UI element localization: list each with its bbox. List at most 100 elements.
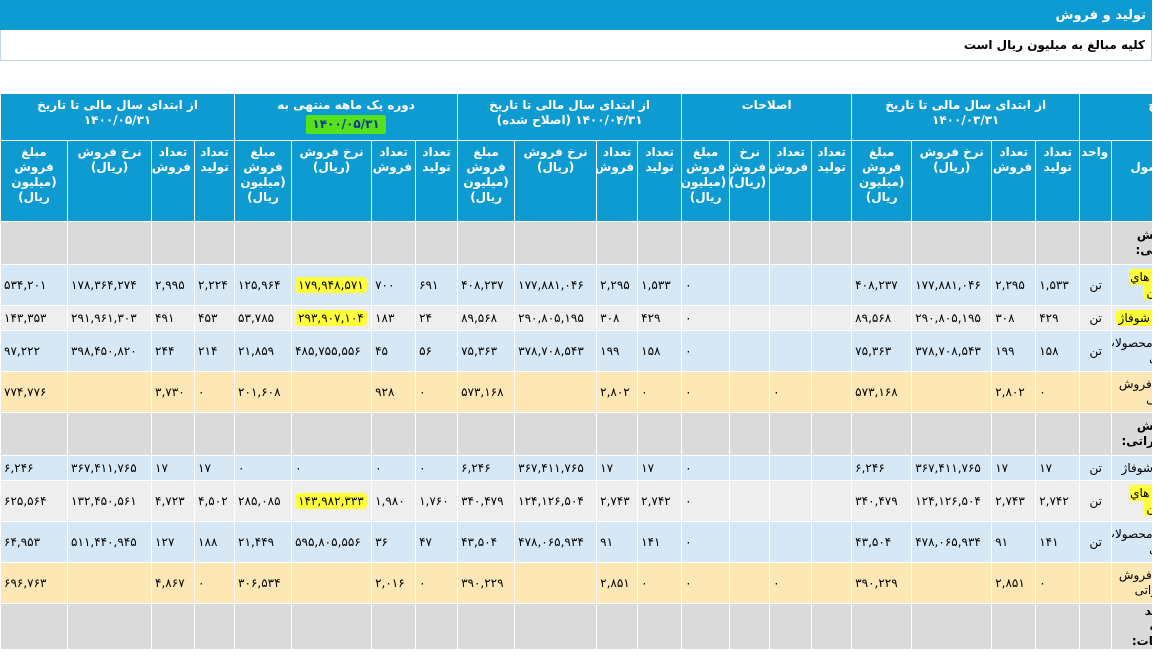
value-cell: ۰ xyxy=(637,371,683,413)
value-cell xyxy=(291,412,373,456)
value-cell: ۴۳,۵۰۴ xyxy=(851,521,913,563)
value-cell xyxy=(729,521,771,563)
value-cell xyxy=(596,221,639,265)
value-cell: ۱,۵۳۳ xyxy=(1035,264,1081,306)
value-cell: ۴,۷۲۳ xyxy=(151,480,196,522)
value-cell xyxy=(811,264,853,306)
value-cell: ۱۸۳ xyxy=(371,305,417,331)
value-cell: ۲۰۱,۶۰۸ xyxy=(234,371,293,413)
header-product-name: نام محصول xyxy=(1111,140,1152,222)
value-cell xyxy=(851,221,913,265)
total-row: جمع فروش صادراتی۰۲,۸۵۱۳۹۰,۲۲۹۰۰۰۲,۸۵۱۳۹۰… xyxy=(0,562,1152,604)
value-cell: ۵۷۳,۱۶۸ xyxy=(851,371,913,413)
value-cell: ۳۷۸,۷۰۸,۵۴۳ xyxy=(911,330,993,372)
value-cell: ۱۴۳,۹۸۲,۳۳۳ xyxy=(291,480,373,522)
sales-table-container[interactable]: شرح از ابتدای سال مالی تا تاریخ۱۴۰۰/۰۳/۳… xyxy=(0,93,1152,656)
value-cell xyxy=(67,603,153,650)
value-cell: ۱۷ xyxy=(637,455,683,481)
value-cell xyxy=(234,221,293,265)
value-cell: ۷۰۰ xyxy=(371,264,417,306)
value-cell xyxy=(811,412,853,456)
value-cell: ۲,۲۹۵ xyxy=(991,264,1037,306)
value-cell: ۱۲۷ xyxy=(151,521,196,563)
value-cell: ۵۹۵,۸۰۵,۵۵۶ xyxy=(291,521,373,563)
header-period-3: از ابتدای سال مالی تا تاریخ ۱۴۰۰/۰۵/۳۱ xyxy=(0,93,236,141)
value-cell xyxy=(769,480,813,522)
value-cell xyxy=(991,221,1037,265)
value-cell xyxy=(234,412,293,456)
header-description: شرح xyxy=(1079,93,1152,141)
value-cell xyxy=(729,412,771,456)
value-cell xyxy=(596,603,639,650)
value-cell: ۶,۲۴۶ xyxy=(457,455,516,481)
value-cell xyxy=(415,412,459,456)
value-cell xyxy=(769,521,813,563)
value-cell: ۲,۹۹۵ xyxy=(151,264,196,306)
value-cell xyxy=(811,330,853,372)
value-cell xyxy=(811,603,853,650)
value-cell: ۰ xyxy=(769,371,813,413)
value-cell: ۷۷۴,۷۷۶ xyxy=(0,371,69,413)
value-cell xyxy=(811,305,853,331)
header-prod-qty: تعداد تولید xyxy=(811,140,853,222)
value-cell: ۲,۸۵۱ xyxy=(596,562,639,604)
value-cell xyxy=(729,562,771,604)
value-cell: ۰ xyxy=(1035,562,1081,604)
value-cell: ۹۲۸ xyxy=(371,371,417,413)
unit-cell: تن xyxy=(1079,330,1113,372)
value-cell: ۰ xyxy=(637,562,683,604)
value-cell: ۱,۷۶۰ xyxy=(415,480,459,522)
value-cell: ۴۰۸,۲۳۷ xyxy=(851,264,913,306)
value-cell xyxy=(0,412,69,456)
value-cell: ۱۷۷,۸۸۱,۰۴۶ xyxy=(514,264,598,306)
value-cell xyxy=(811,371,853,413)
value-cell: ۲,۰۱۶ xyxy=(371,562,417,604)
value-cell: ۱۵۸ xyxy=(1035,330,1081,372)
value-cell: ۲,۸۰۲ xyxy=(991,371,1037,413)
value-cell: ۲,۷۴۲ xyxy=(1035,480,1081,522)
value-cell: ۰ xyxy=(681,264,731,306)
unit-cell: تن xyxy=(1079,521,1113,563)
value-cell: ۹۱ xyxy=(991,521,1037,563)
value-cell xyxy=(371,221,417,265)
value-cell xyxy=(729,330,771,372)
value-cell: ۴۷۸,۰۶۵,۹۳۴ xyxy=(911,521,993,563)
value-cell xyxy=(769,264,813,306)
value-cell xyxy=(729,305,771,331)
value-cell xyxy=(851,603,913,650)
value-cell: ۰ xyxy=(415,371,459,413)
header-prod-qty: تعداد تولید xyxy=(1035,140,1081,222)
value-cell: ۳۰۸ xyxy=(991,305,1037,331)
value-cell xyxy=(681,221,731,265)
value-cell: ۰ xyxy=(769,562,813,604)
header-sales-qty: تعداد فروش xyxy=(371,140,417,222)
value-cell xyxy=(291,603,373,650)
value-cell: ۹۷,۲۲۲ xyxy=(0,330,69,372)
total-row: جمع فروش داخلی۰۲,۸۰۲۵۷۳,۱۶۸۰۰۰۲,۸۰۲۵۷۳,۱… xyxy=(0,371,1152,413)
value-cell: ۲۹۱,۹۶۱,۳۰۳ xyxy=(67,305,153,331)
value-cell: ۰ xyxy=(1035,371,1081,413)
header-rate: نرخ فروش (ریال) xyxy=(67,140,153,222)
value-cell: ۳۶ xyxy=(371,521,417,563)
value-cell: ۰ xyxy=(681,305,731,331)
value-cell: ۶,۲۴۶ xyxy=(0,455,69,481)
header-prod-qty: تعداد تولید xyxy=(415,140,459,222)
product-name-cell: ديگ شوفاژ xyxy=(1111,305,1152,331)
header-prod-qty: تعداد تولید xyxy=(637,140,683,222)
value-cell: ۴۰۸,۲۳۷ xyxy=(457,264,516,306)
value-cell xyxy=(811,221,853,265)
value-cell: ۴,۸۶۷ xyxy=(151,562,196,604)
value-cell: ۱۹۹ xyxy=(596,330,639,372)
value-cell: ۱۲۴,۱۲۶,۵۰۴ xyxy=(514,480,598,522)
value-cell: ۲۱,۸۵۹ xyxy=(234,330,293,372)
value-cell: ۰ xyxy=(681,521,731,563)
value-cell xyxy=(514,412,598,456)
value-cell xyxy=(514,221,598,265)
value-cell: ۲,۲۲۴ xyxy=(194,264,236,306)
value-cell: ۰ xyxy=(291,455,373,481)
value-cell: ۳۰۶,۵۳۴ xyxy=(234,562,293,604)
value-cell: ۳۶۷,۴۱۱,۷۶۵ xyxy=(514,455,598,481)
value-cell xyxy=(681,412,731,456)
value-cell: ۰ xyxy=(371,455,417,481)
product-name-cell: لوله هاي نشكن xyxy=(1111,480,1152,522)
